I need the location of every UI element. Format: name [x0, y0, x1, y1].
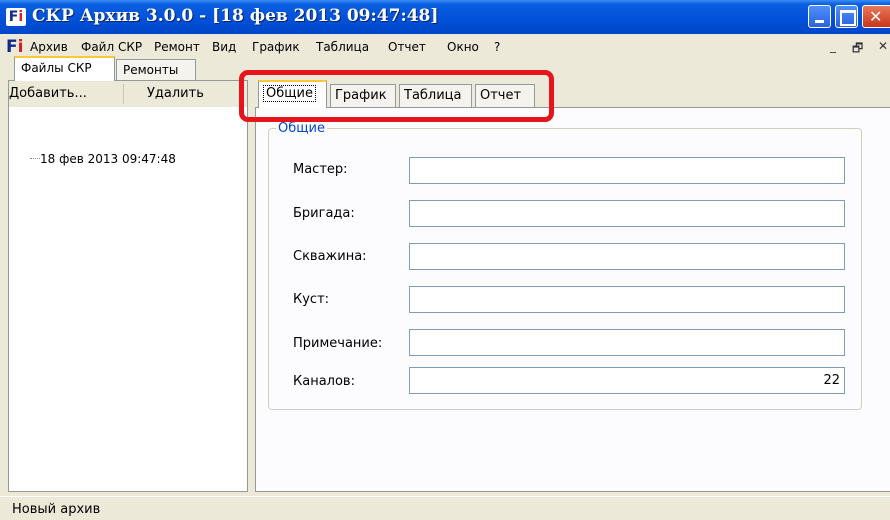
channels-input[interactable] — [409, 367, 845, 394]
tab-repairs-label: Ремонты — [123, 63, 179, 77]
note-label: Примечание: — [293, 336, 383, 351]
well-label: Скважина: — [293, 249, 367, 264]
brigade-label: Бригада: — [293, 206, 355, 221]
master-label: Мастер: — [293, 162, 348, 177]
window-title: СКР Архив 3.0.0 - [18 фев 2013 09:47:48] — [32, 6, 439, 26]
cluster-label: Куст: — [293, 292, 330, 307]
menu-archive[interactable]: Архив — [30, 40, 68, 54]
tree-connector — [30, 158, 40, 159]
app-window: Fi СКР Архив 3.0.0 - [18 фев 2013 09:47:… — [0, 0, 890, 520]
maximize-button[interactable] — [835, 5, 858, 28]
app-logo-icon[interactable]: Fi — [6, 8, 26, 26]
document-icon[interactable]: Fi — [6, 38, 23, 56]
mdi-close-icon[interactable]: ✕ — [878, 39, 888, 53]
toolbar-separator — [123, 84, 124, 104]
master-input[interactable] — [409, 157, 845, 184]
title-bar[interactable]: Fi СКР Архив 3.0.0 - [18 фев 2013 09:47:… — [0, 0, 890, 34]
menu-bar: Fi Архив Файл СКР Ремонт Вид График Табл… — [0, 34, 890, 60]
note-input[interactable] — [409, 329, 845, 356]
tab-files-skr[interactable]: Файлы СКР — [14, 56, 115, 81]
status-text: Новый архив — [12, 502, 101, 517]
files-panel — [8, 80, 248, 492]
menu-help[interactable]: ? — [494, 40, 500, 54]
tab-repairs[interactable]: Ремонты — [116, 59, 196, 81]
cluster-input[interactable] — [409, 286, 845, 313]
tree-item-file[interactable]: 18 фев 2013 09:47:48 — [40, 152, 176, 166]
mdi-minimize-icon[interactable]: _ — [830, 39, 836, 53]
menu-view[interactable]: Вид — [212, 40, 236, 54]
brigade-input[interactable] — [409, 200, 845, 227]
minimize-button[interactable] — [808, 5, 831, 28]
groupbox-title: Общие — [276, 121, 327, 136]
tabs-highlight — [239, 70, 554, 122]
well-input[interactable] — [409, 243, 845, 270]
menu-repair[interactable]: Ремонт — [154, 40, 200, 54]
tab-files-skr-label: Файлы СКР — [21, 61, 92, 75]
status-bar: Новый архив — [0, 496, 890, 520]
menu-chart[interactable]: График — [252, 40, 300, 54]
close-button[interactable] — [862, 5, 890, 28]
files-toolbar: Добавить... Удалить — [9, 81, 247, 107]
menu-file-skr[interactable]: Файл СКР — [81, 40, 142, 54]
channels-label: Каналов: — [293, 374, 355, 389]
mdi-restore-icon[interactable]: 🗗 — [852, 39, 863, 60]
menu-window[interactable]: Окно — [447, 40, 479, 54]
menu-report[interactable]: Отчет — [388, 40, 426, 54]
delete-button[interactable]: Удалить — [147, 86, 204, 101]
menu-table[interactable]: Таблица — [316, 40, 369, 54]
add-button[interactable]: Добавить... — [9, 86, 87, 101]
